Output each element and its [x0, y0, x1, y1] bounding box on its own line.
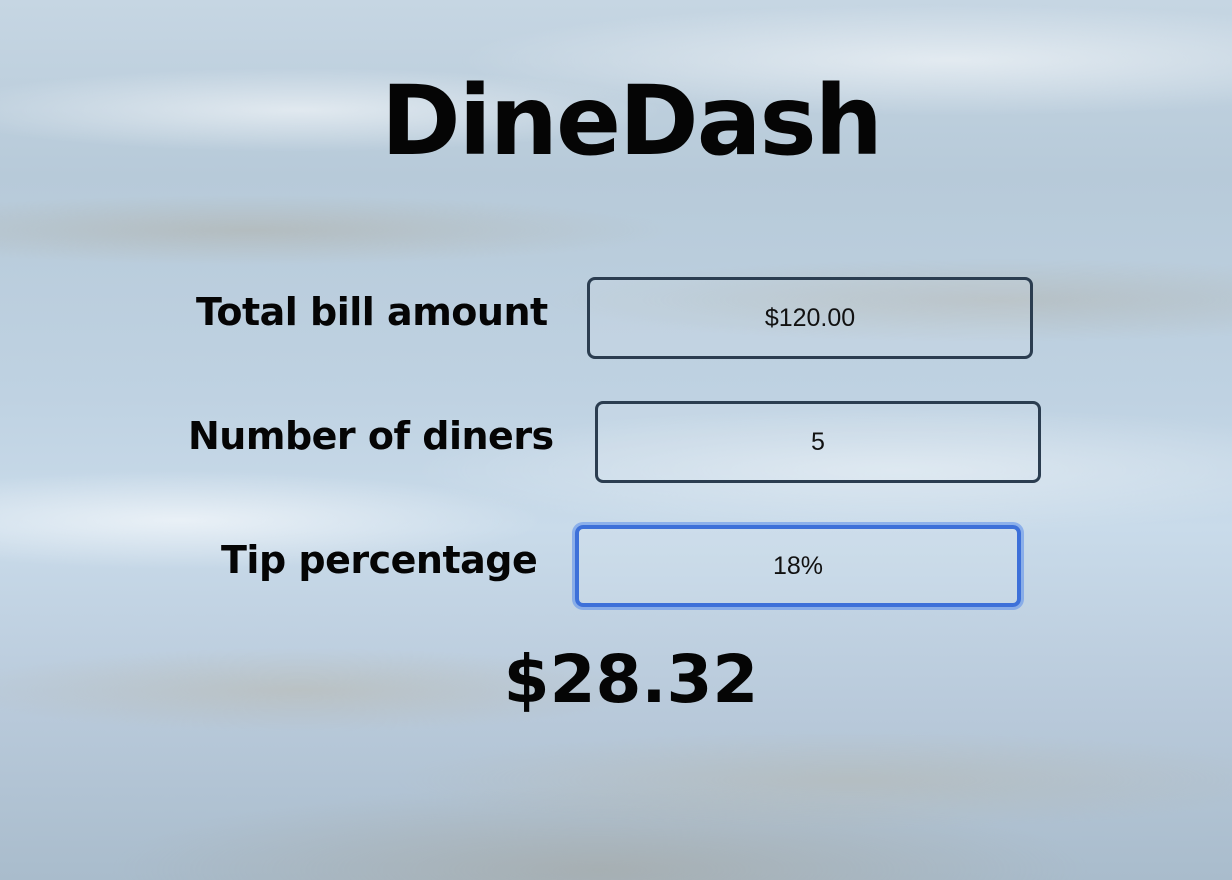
bill-amount-input[interactable]: [587, 277, 1033, 359]
number-of-diners-label: Number of diners: [188, 414, 554, 458]
tip-percentage-label: Tip percentage: [221, 538, 538, 582]
tip-calculator-app: DineDash Total bill amount Number of din…: [0, 0, 1232, 880]
tip-percentage-input[interactable]: [575, 525, 1021, 607]
bill-amount-label: Total bill amount: [196, 290, 548, 334]
number-of-diners-input[interactable]: [595, 401, 1041, 483]
app-title: DineDash: [381, 65, 883, 177]
tip-per-person-result: $28.32: [503, 641, 759, 718]
